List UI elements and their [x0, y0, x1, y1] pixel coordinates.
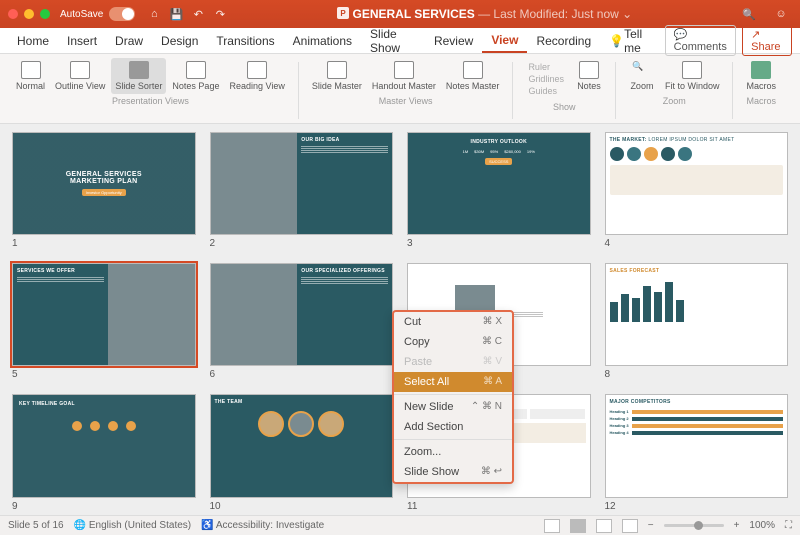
ctx-add-section[interactable]: Add Section — [394, 417, 512, 437]
tab-review[interactable]: Review — [425, 28, 482, 53]
slide-thumb-1[interactable]: GENERAL SERVICES MARKETING PLAN Investor… — [12, 132, 196, 249]
document-title: P GENERAL SERVICES — Last Modified: Just… — [231, 7, 738, 21]
tab-recording[interactable]: Recording — [527, 28, 600, 53]
slide-sorter-button[interactable]: Slide Sorter — [111, 58, 166, 94]
tab-slide-show[interactable]: Slide Show — [361, 28, 425, 53]
reading-view-icon[interactable] — [596, 519, 612, 533]
tab-draw[interactable]: Draw — [106, 28, 152, 53]
slide-thumb-10[interactable]: THE TEAM 10 — [210, 394, 394, 511]
notes-master-button[interactable]: Notes Master — [442, 58, 504, 94]
slide-thumb-4[interactable]: THE MARKET: Lorem ipsum dolor sit amet 4 — [605, 132, 789, 249]
ribbon-view: Normal Outline View Slide Sorter Notes P… — [0, 54, 800, 124]
tab-view[interactable]: View — [482, 28, 527, 53]
notes-page-button[interactable]: Notes Page — [168, 58, 223, 94]
zoom-out-icon[interactable]: − — [648, 520, 654, 531]
ctx-cut[interactable]: Cut⌘ X — [394, 312, 512, 332]
zoom-level: 100% — [749, 520, 775, 531]
window-controls — [8, 9, 50, 19]
ctx-slide-show[interactable]: Slide Show⌘ ↩ — [394, 462, 512, 482]
doc-name: GENERAL SERVICES — [352, 7, 474, 21]
zoom-slider[interactable] — [664, 524, 724, 527]
slide-thumb-8[interactable]: SALES FORECAST 8 — [605, 263, 789, 380]
ctx-copy[interactable]: Copy⌘ C — [394, 332, 512, 352]
reading-view-button[interactable]: Reading View — [225, 58, 288, 94]
normal-view-button[interactable]: Normal — [12, 58, 49, 94]
minimize-window-button[interactable] — [24, 9, 34, 19]
redo-icon[interactable]: ↷ — [212, 6, 228, 22]
save-icon[interactable]: 💾 — [168, 6, 184, 22]
comments-button[interactable]: 💬 Comments — [665, 25, 737, 56]
accessibility-status[interactable]: ♿ Accessibility: Investigate — [201, 520, 324, 531]
macros-group-label: Macros — [746, 96, 776, 106]
ctx-new-slide[interactable]: New Slide⌃ ⌘ N — [394, 397, 512, 417]
modified-label: — Last Modified: Just now — [478, 7, 619, 21]
context-menu: Cut⌘ X Copy⌘ C Paste⌘ V Select All⌘ A Ne… — [392, 310, 514, 484]
tab-design[interactable]: Design — [152, 28, 207, 53]
outline-view-button[interactable]: Outline View — [51, 58, 109, 94]
slide-thumb-5[interactable]: SERVICES WE OFFER 5 — [12, 263, 196, 380]
undo-icon[interactable]: ↶ — [190, 6, 206, 22]
slide-thumb-12[interactable]: MAJOR COMPETITORS Heading 1 Heading 2 He… — [605, 394, 789, 511]
tab-insert[interactable]: Insert — [58, 28, 106, 53]
language-status[interactable]: 🌐 English (United States) — [74, 520, 192, 531]
status-bar: Slide 5 of 16 🌐 English (United States) … — [0, 515, 800, 535]
tell-me-label: Tell me — [624, 27, 650, 55]
slide-thumb-9[interactable]: KEY TIMELINE GOAL 9 — [12, 394, 196, 511]
slide-thumb-3[interactable]: INDUSTRY OUTLOOK 1M $30M 95% $280,000 19… — [407, 132, 591, 249]
slide-thumb-2[interactable]: OUR BIG IDEA 2 — [210, 132, 394, 249]
titlebar: AutoSave ⌂ 💾 ↶ ↷ P GENERAL SERVICES — La… — [0, 0, 800, 28]
tab-tell-me[interactable]: 💡 Tell me — [600, 28, 659, 53]
zoom-button[interactable]: 🔍Zoom — [625, 58, 659, 94]
share-button[interactable]: ↗ Share — [742, 25, 792, 56]
ctx-zoom[interactable]: Zoom... — [394, 442, 512, 462]
slide-sorter-pane[interactable]: GENERAL SERVICES MARKETING PLAN Investor… — [0, 124, 800, 515]
masters-group-label: Master Views — [379, 96, 433, 106]
zoom-in-icon[interactable]: + — [734, 520, 740, 531]
handout-master-button[interactable]: Handout Master — [368, 58, 440, 94]
slide-thumb-6[interactable]: OUR SPECIALIZED OFFERINGS 6 — [210, 263, 394, 380]
ribbon-tabs: Home Insert Draw Design Transitions Anim… — [0, 28, 800, 54]
home-icon[interactable]: ⌂ — [146, 6, 162, 22]
close-window-button[interactable] — [8, 9, 18, 19]
zoom-group-label: Zoom — [663, 96, 686, 106]
autosave-label: AutoSave — [60, 9, 103, 20]
ctx-paste: Paste⌘ V — [394, 352, 512, 372]
maximize-window-button[interactable] — [40, 9, 50, 19]
fit-window-button[interactable]: Fit to Window — [661, 58, 724, 94]
autosave-toggle[interactable] — [109, 7, 135, 21]
tab-animations[interactable]: Animations — [284, 28, 361, 53]
notes-button[interactable]: Notes — [572, 58, 606, 100]
svg-text:P: P — [340, 9, 346, 18]
slide-count: Slide 5 of 16 — [8, 520, 64, 531]
search-icon[interactable]: 🔍 — [741, 6, 757, 22]
fit-icon[interactable]: ⛶ — [785, 520, 792, 531]
ctx-select-all[interactable]: Select All⌘ A — [394, 372, 512, 392]
macros-button[interactable]: Macros — [742, 58, 780, 94]
normal-view-icon[interactable] — [544, 519, 560, 533]
chevron-down-icon[interactable]: ⌄ — [622, 7, 632, 21]
tab-home[interactable]: Home — [8, 28, 58, 53]
sorter-view-icon[interactable] — [570, 519, 586, 533]
views-group-label: Presentation Views — [112, 96, 189, 106]
account-icon[interactable]: ☺ — [773, 6, 789, 22]
show-checkboxes[interactable]: Ruler Gridlines Guides — [522, 58, 570, 100]
slideshow-view-icon[interactable] — [622, 519, 638, 533]
slide-master-button[interactable]: Slide Master — [308, 58, 366, 94]
show-group-label: Show — [553, 102, 576, 112]
tab-transitions[interactable]: Transitions — [207, 28, 283, 53]
